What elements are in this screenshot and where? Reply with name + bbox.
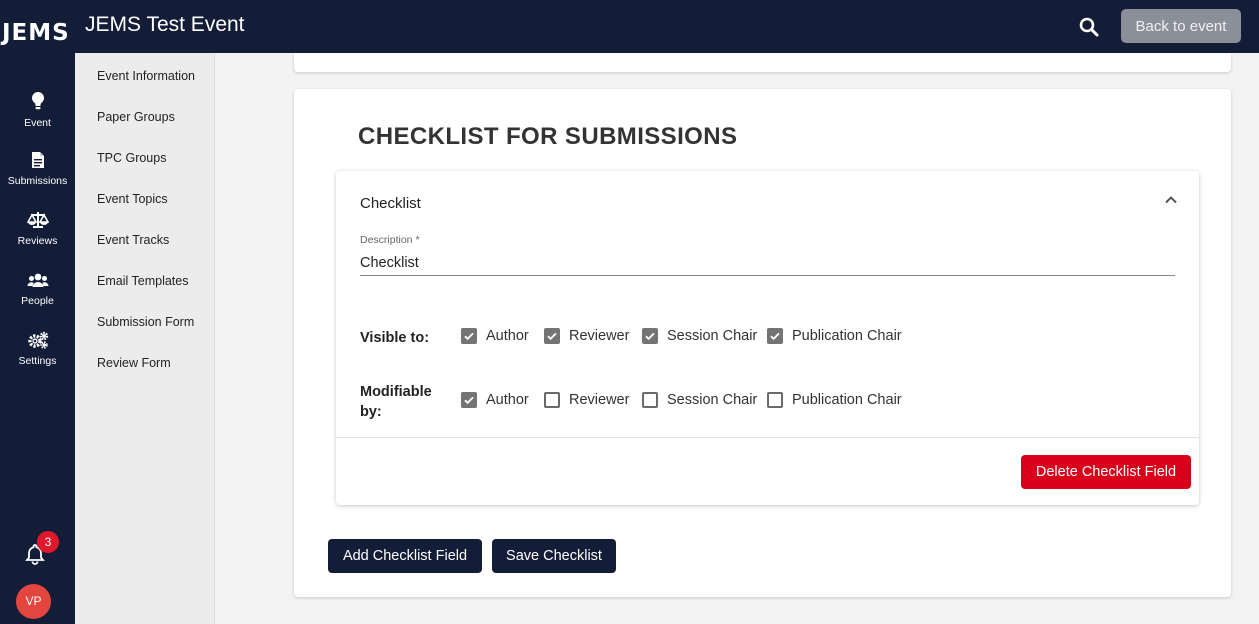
checkbox-label: Author xyxy=(486,392,529,408)
modifiable-author-checkbox[interactable]: Author xyxy=(461,392,529,408)
people-icon xyxy=(27,273,48,287)
rail-item-event[interactable]: Event xyxy=(0,91,75,129)
rail-item-submissions[interactable]: Submissions xyxy=(0,151,75,187)
subnav-item-paper-groups[interactable]: Paper Groups xyxy=(97,110,175,124)
checkbox-icon xyxy=(461,328,477,344)
visible-to-label: Visible to: xyxy=(360,330,430,346)
jems-logo[interactable]: JEMS xyxy=(2,20,70,46)
checkbox-icon xyxy=(767,392,783,408)
section-title: CHECKLIST FOR SUBMISSIONS xyxy=(358,123,738,150)
modifiable-by-label-line2: by: xyxy=(360,404,382,420)
icon-rail: Event Submissions Reviews People Setting… xyxy=(0,53,75,624)
visible-publication-chair-checkbox[interactable]: Publication Chair xyxy=(767,328,902,344)
modifiable-session-chair-checkbox[interactable]: Session Chair xyxy=(642,392,757,408)
modifiable-by-label-line1: Modifiable xyxy=(360,384,432,400)
document-icon xyxy=(31,152,44,168)
rail-item-label: Reviews xyxy=(17,235,58,247)
event-title: JEMS Test Event xyxy=(85,13,245,36)
visible-author-checkbox[interactable]: Author xyxy=(461,328,529,344)
rail-item-settings[interactable]: Settings xyxy=(0,331,75,367)
checkbox-icon xyxy=(544,328,560,344)
checkbox-label: Publication Chair xyxy=(792,328,902,344)
checkbox-label: Session Chair xyxy=(667,328,758,344)
panel-title: Checklist xyxy=(360,195,421,212)
visible-reviewer-checkbox[interactable]: Reviewer xyxy=(544,328,629,344)
add-checklist-field-button[interactable]: Add Checklist Field xyxy=(328,539,482,573)
subnav-item-email-templates[interactable]: Email Templates xyxy=(97,274,188,288)
checkbox-label: Session Chair xyxy=(667,392,758,408)
subnav-item-event-information[interactable]: Event Information xyxy=(97,69,195,83)
rail-item-people[interactable]: People xyxy=(0,271,75,307)
notification-badge: 3 xyxy=(37,531,59,553)
checkbox-label: Publication Chair xyxy=(792,392,902,408)
checkbox-label: Author xyxy=(486,328,529,344)
checkbox-label: Reviewer xyxy=(569,392,630,408)
settings-subnav: Event Information Paper Groups TPC Group… xyxy=(75,53,215,624)
back-to-event-button[interactable]: Back to event xyxy=(1121,9,1241,43)
lightbulb-icon xyxy=(31,92,44,110)
checkbox-icon xyxy=(544,392,560,408)
subnav-item-event-topics[interactable]: Event Topics xyxy=(97,192,168,206)
checkbox-label: Reviewer xyxy=(569,328,630,344)
save-checklist-button[interactable]: Save Checklist xyxy=(492,539,616,573)
checklist-panel: Checklist Description * Visible to: Auth… xyxy=(336,171,1199,505)
checkbox-icon xyxy=(461,392,477,408)
search-icon[interactable] xyxy=(1077,15,1101,39)
visible-session-chair-checkbox[interactable]: Session Chair xyxy=(642,328,757,344)
delete-checklist-field-button[interactable]: Delete Checklist Field xyxy=(1021,455,1191,489)
panel-divider xyxy=(336,437,1199,438)
chevron-up-icon[interactable] xyxy=(1162,191,1180,209)
rail-item-label: People xyxy=(21,295,54,307)
subnav-item-review-form[interactable]: Review Form xyxy=(97,356,171,370)
previous-card xyxy=(294,53,1231,72)
checklist-card: CHECKLIST FOR SUBMISSIONS Checklist Desc… xyxy=(294,89,1231,597)
scale-icon xyxy=(26,212,49,228)
description-input[interactable] xyxy=(360,251,1175,276)
checkbox-icon xyxy=(642,392,658,408)
checkbox-icon xyxy=(767,328,783,344)
rail-item-label: Event xyxy=(24,117,51,129)
subnav-item-tpc-groups[interactable]: TPC Groups xyxy=(97,151,166,165)
rail-item-label: Settings xyxy=(18,355,57,367)
subnav-item-submission-form[interactable]: Submission Form xyxy=(97,315,194,329)
modifiable-publication-chair-checkbox[interactable]: Publication Chair xyxy=(767,392,902,408)
modifiable-reviewer-checkbox[interactable]: Reviewer xyxy=(544,392,629,408)
top-bar: JEMS JEMS Test Event Back to event xyxy=(0,0,1259,53)
subnav-item-event-tracks[interactable]: Event Tracks xyxy=(97,233,169,247)
checkbox-icon xyxy=(642,328,658,344)
avatar[interactable]: VP xyxy=(16,584,51,619)
gears-icon xyxy=(27,331,48,349)
description-label: Description * xyxy=(360,234,420,246)
rail-item-reviews[interactable]: Reviews xyxy=(0,211,75,247)
rail-item-label: Submissions xyxy=(7,175,68,187)
modifiable-by-label: Modifiable by: xyxy=(360,382,432,422)
